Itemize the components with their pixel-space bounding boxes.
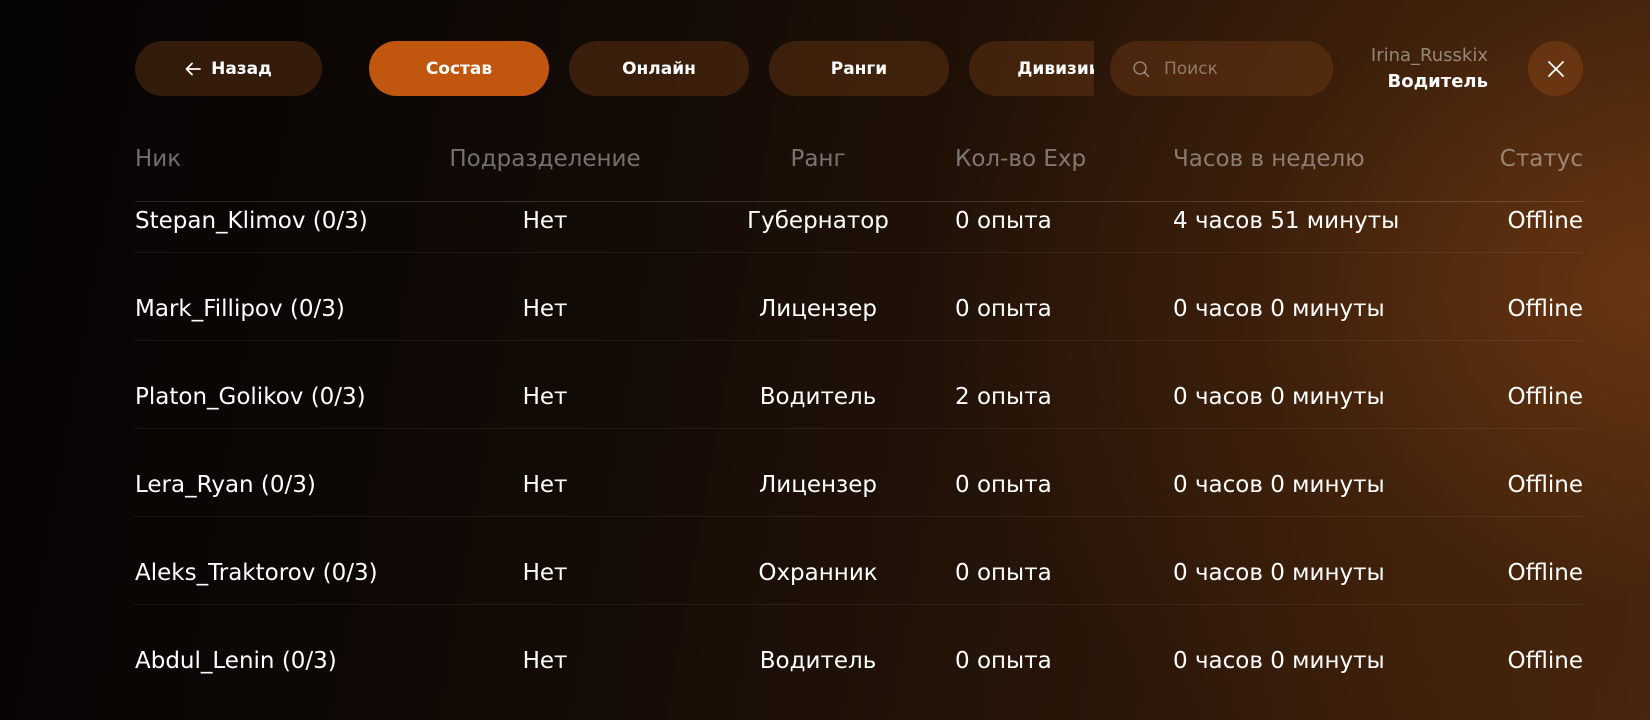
table-header: Ник Подразделение Ранг Кол-во Exp Часов …: [135, 142, 1583, 202]
cell-hours: 0 часов 0 минуты: [1173, 560, 1385, 586]
cell-exp: 0 опыта: [955, 208, 1052, 234]
cell-exp: 2 опыта: [955, 384, 1052, 410]
cell-status: Offline: [1507, 648, 1583, 674]
search-input[interactable]: [1164, 58, 1314, 79]
cell-exp: 0 опыта: [955, 296, 1052, 322]
cell-rank-text: Губернатор: [747, 208, 889, 234]
cell-division-text: Нет: [522, 560, 568, 586]
cell-nick: Lera_Ryan (0/3): [135, 472, 316, 498]
column-header-nick: Ник: [135, 146, 182, 172]
column-header-division-text: Подразделение: [449, 146, 641, 172]
cell-status: Offline: [1507, 560, 1583, 586]
user-role: Водитель: [1387, 70, 1488, 92]
tab-divizii-clip: Дивизии: [969, 41, 1094, 96]
back-button[interactable]: Назад: [135, 41, 322, 96]
cell-hours: 4 часов 51 минуты: [1173, 208, 1400, 234]
close-button[interactable]: [1528, 41, 1583, 96]
tab-label: Ранги: [830, 58, 888, 79]
column-header-hours: Часов в неделю: [1173, 146, 1365, 172]
cell-nick: Abdul_Lenin (0/3): [135, 648, 337, 674]
back-button-label: Назад: [211, 58, 272, 79]
cell-hours: 0 часов 0 минуты: [1173, 648, 1385, 674]
tab-label: Дивизии: [1017, 58, 1094, 79]
user-name: Irina_Russkix: [1370, 44, 1488, 66]
cell-hours: 0 часов 0 минуты: [1173, 296, 1385, 322]
cell-status: Offline: [1507, 384, 1583, 410]
cell-rank-text: Водитель: [759, 384, 877, 410]
column-header-rank-text: Ранг: [790, 146, 846, 172]
cell-exp: 0 опыта: [955, 472, 1052, 498]
tab-label: Состав: [425, 58, 493, 79]
cell-nick: Platon_Golikov (0/3): [135, 384, 366, 410]
user-info: Irina_Russkix Водитель: [1371, 41, 1488, 96]
tab-rangi[interactable]: Ранги: [769, 41, 949, 96]
cell-rank-text: Охранник: [758, 560, 878, 586]
table-body[interactable]: Stepan_Klimov (0/3) Нет Губернатор 0 опы…: [135, 203, 1583, 720]
close-icon: [1547, 60, 1565, 78]
roster-screen: Назад Состав Онлайн Ранги Дивизии Поиск …: [0, 0, 1650, 720]
cell-rank-text: Водитель: [759, 648, 877, 674]
cell-status: Offline: [1507, 296, 1583, 322]
column-header-exp: Кол-во Exp: [955, 146, 1087, 172]
table-row[interactable]: Lera_Ryan (0/3) Нет Лицензер 0 опыта 0 ч…: [135, 429, 1583, 517]
cell-nick: Stepan_Klimov (0/3): [135, 208, 368, 234]
search-icon: [1132, 60, 1150, 78]
cell-hours: 0 часов 0 минуты: [1173, 384, 1385, 410]
cell-nick: Aleks_Traktorov (0/3): [135, 560, 378, 586]
column-header-status: Статус: [1499, 146, 1583, 172]
table-row[interactable]: Platon_Golikov (0/3) Нет Водитель 2 опыт…: [135, 341, 1583, 429]
tab-online[interactable]: Онлайн: [569, 41, 749, 96]
cell-nick: Mark_Fillipov (0/3): [135, 296, 345, 322]
cell-rank-text: Лицензер: [758, 296, 878, 322]
table-row[interactable]: Stepan_Klimov (0/3) Нет Губернатор 0 опы…: [135, 203, 1583, 253]
table-row[interactable]: Aleks_Traktorov (0/3) Нет Охранник 0 опы…: [135, 517, 1583, 605]
tab-sostav[interactable]: Состав: [369, 41, 549, 96]
cell-division-text: Нет: [522, 296, 568, 322]
top-bar: Назад Состав Онлайн Ранги Дивизии Поиск …: [0, 41, 1650, 96]
cell-hours: 0 часов 0 минуты: [1173, 472, 1385, 498]
cell-division-text: Нет: [522, 648, 568, 674]
cell-division-text: Нет: [522, 472, 568, 498]
tab-divizii[interactable]: Дивизии: [969, 41, 1094, 96]
cell-status: Offline: [1507, 208, 1583, 234]
cell-exp: 0 опыта: [955, 560, 1052, 586]
cell-rank-text: Лицензер: [758, 472, 878, 498]
table-row[interactable]: Mark_Fillipov (0/3) Нет Лицензер 0 опыта…: [135, 253, 1583, 341]
cell-division-text: Нет: [522, 208, 568, 234]
arrow-left-icon: [185, 62, 202, 76]
cell-division-text: Нет: [522, 384, 568, 410]
cell-exp: 0 опыта: [955, 648, 1052, 674]
table-row[interactable]: Abdul_Lenin (0/3) Нет Водитель 0 опыта 0…: [135, 605, 1583, 693]
search-box[interactable]: [1110, 41, 1333, 96]
tab-label: Онлайн: [622, 58, 696, 79]
cell-status: Offline: [1507, 472, 1583, 498]
